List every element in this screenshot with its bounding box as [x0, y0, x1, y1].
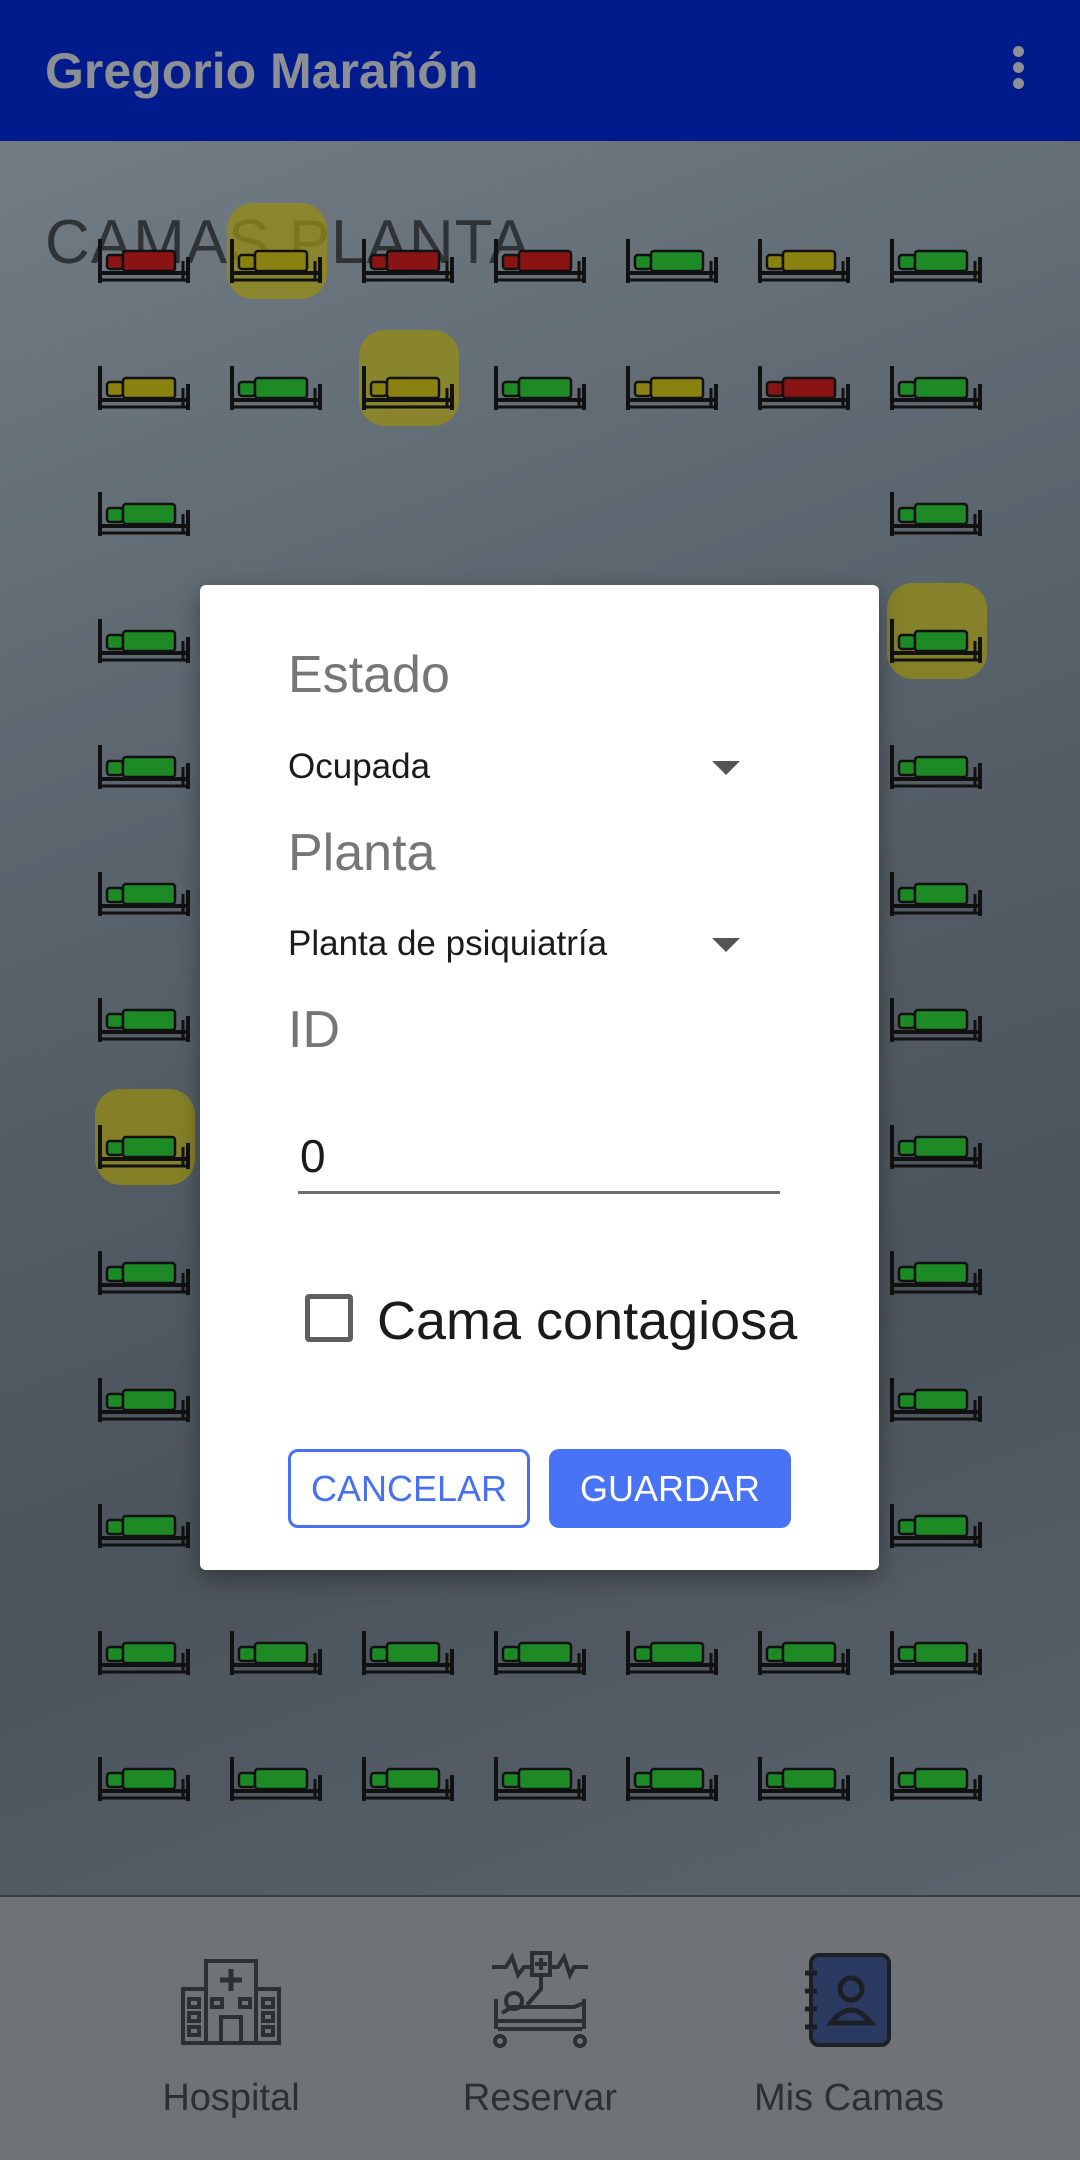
bed-icon[interactable] [359, 329, 459, 426]
bed-icon[interactable] [97, 864, 193, 920]
nav-mis-camas[interactable]: Mis Camas [699, 1897, 999, 2160]
bed-icon[interactable] [889, 737, 985, 793]
hospital-icon [181, 1959, 281, 2045]
dropdown-caret-icon [712, 761, 740, 775]
nav-reservar[interactable]: Reservar [390, 1897, 690, 2160]
bed-icon[interactable] [757, 1623, 853, 1679]
bed-icon[interactable] [889, 231, 985, 287]
bottom-nav: Hospital Reservar Mis Camas [0, 1895, 1080, 2160]
estado-dropdown[interactable]: Ocupada [288, 737, 740, 797]
nav-label: Hospital [162, 2077, 300, 2119]
bed-icon[interactable] [493, 231, 589, 287]
bed-icon[interactable] [889, 1117, 985, 1173]
bed-icon[interactable] [887, 582, 987, 679]
bed-icon[interactable] [889, 1370, 985, 1426]
planta-dropdown[interactable]: Planta de psiquiatría [288, 914, 740, 974]
bed-icon[interactable] [229, 358, 325, 414]
more-vert-icon[interactable] [1006, 46, 1030, 94]
nav-label: Mis Camas [753, 2077, 945, 2119]
nav-label: Reservar [462, 2077, 618, 2119]
bed-icon[interactable] [757, 231, 853, 287]
bed-icon[interactable] [757, 1749, 853, 1805]
bed-icon[interactable] [227, 203, 327, 299]
planta-value: Planta de psiquiatría [288, 924, 608, 963]
bed-icon[interactable] [97, 1370, 193, 1426]
bed-icon[interactable] [493, 1749, 589, 1805]
bed-icon[interactable] [97, 611, 193, 667]
bed-icon[interactable] [97, 231, 193, 287]
bed-icon[interactable] [97, 1749, 193, 1805]
bed-icon[interactable] [625, 1623, 721, 1679]
bed-icon[interactable] [625, 358, 721, 414]
bed-icon[interactable] [889, 1243, 985, 1299]
bed-icon[interactable] [757, 358, 853, 414]
id-label: ID [288, 1001, 340, 1059]
bed-icon[interactable] [97, 484, 193, 540]
bed-icon[interactable] [625, 231, 721, 287]
estado-label: Estado [288, 646, 450, 704]
bed-icon[interactable] [889, 864, 985, 920]
contagious-checkbox[interactable] [305, 1294, 353, 1342]
bed-icon[interactable] [97, 1496, 193, 1552]
edit-bed-dialog: Estado Ocupada Planta Planta de psiquiat… [200, 585, 879, 1570]
bed-icon[interactable] [889, 990, 985, 1046]
cancel-button[interactable]: CANCELAR [288, 1449, 530, 1528]
bed-icon[interactable] [361, 1623, 457, 1679]
contagious-label: Cama contagiosa [377, 1291, 798, 1351]
app-bar: Gregorio Marañón [0, 0, 1080, 141]
bed-icon[interactable] [229, 1623, 325, 1679]
bed-icon[interactable] [889, 1623, 985, 1679]
bed-icon[interactable] [493, 358, 589, 414]
bed-icon[interactable] [97, 990, 193, 1046]
bed-icon[interactable] [889, 484, 985, 540]
bed-icon[interactable] [97, 737, 193, 793]
bed-icon[interactable] [229, 1749, 325, 1805]
contacts-book-icon [805, 1953, 891, 2047]
bed-icon[interactable] [97, 358, 193, 414]
bed-icon[interactable] [889, 358, 985, 414]
bed-icon[interactable] [95, 1088, 195, 1185]
bed-icon[interactable] [889, 1496, 985, 1552]
bed-icon[interactable] [493, 1623, 589, 1679]
bed-icon[interactable] [889, 1749, 985, 1805]
bed-icon[interactable] [361, 231, 457, 287]
app-title: Gregorio Marañón [45, 43, 479, 99]
bed-icon[interactable] [361, 1749, 457, 1805]
hospital-bed-icon [492, 1951, 588, 2048]
bed-icon[interactable] [97, 1623, 193, 1679]
dropdown-caret-icon [712, 938, 740, 952]
planta-label: Planta [288, 824, 436, 882]
bed-icon[interactable] [97, 1243, 193, 1299]
save-button[interactable]: GUARDAR [549, 1449, 791, 1528]
bed-icon[interactable] [625, 1749, 721, 1805]
id-input[interactable] [298, 1120, 780, 1194]
estado-value: Ocupada [288, 747, 431, 786]
nav-hospital[interactable]: Hospital [81, 1897, 381, 2160]
